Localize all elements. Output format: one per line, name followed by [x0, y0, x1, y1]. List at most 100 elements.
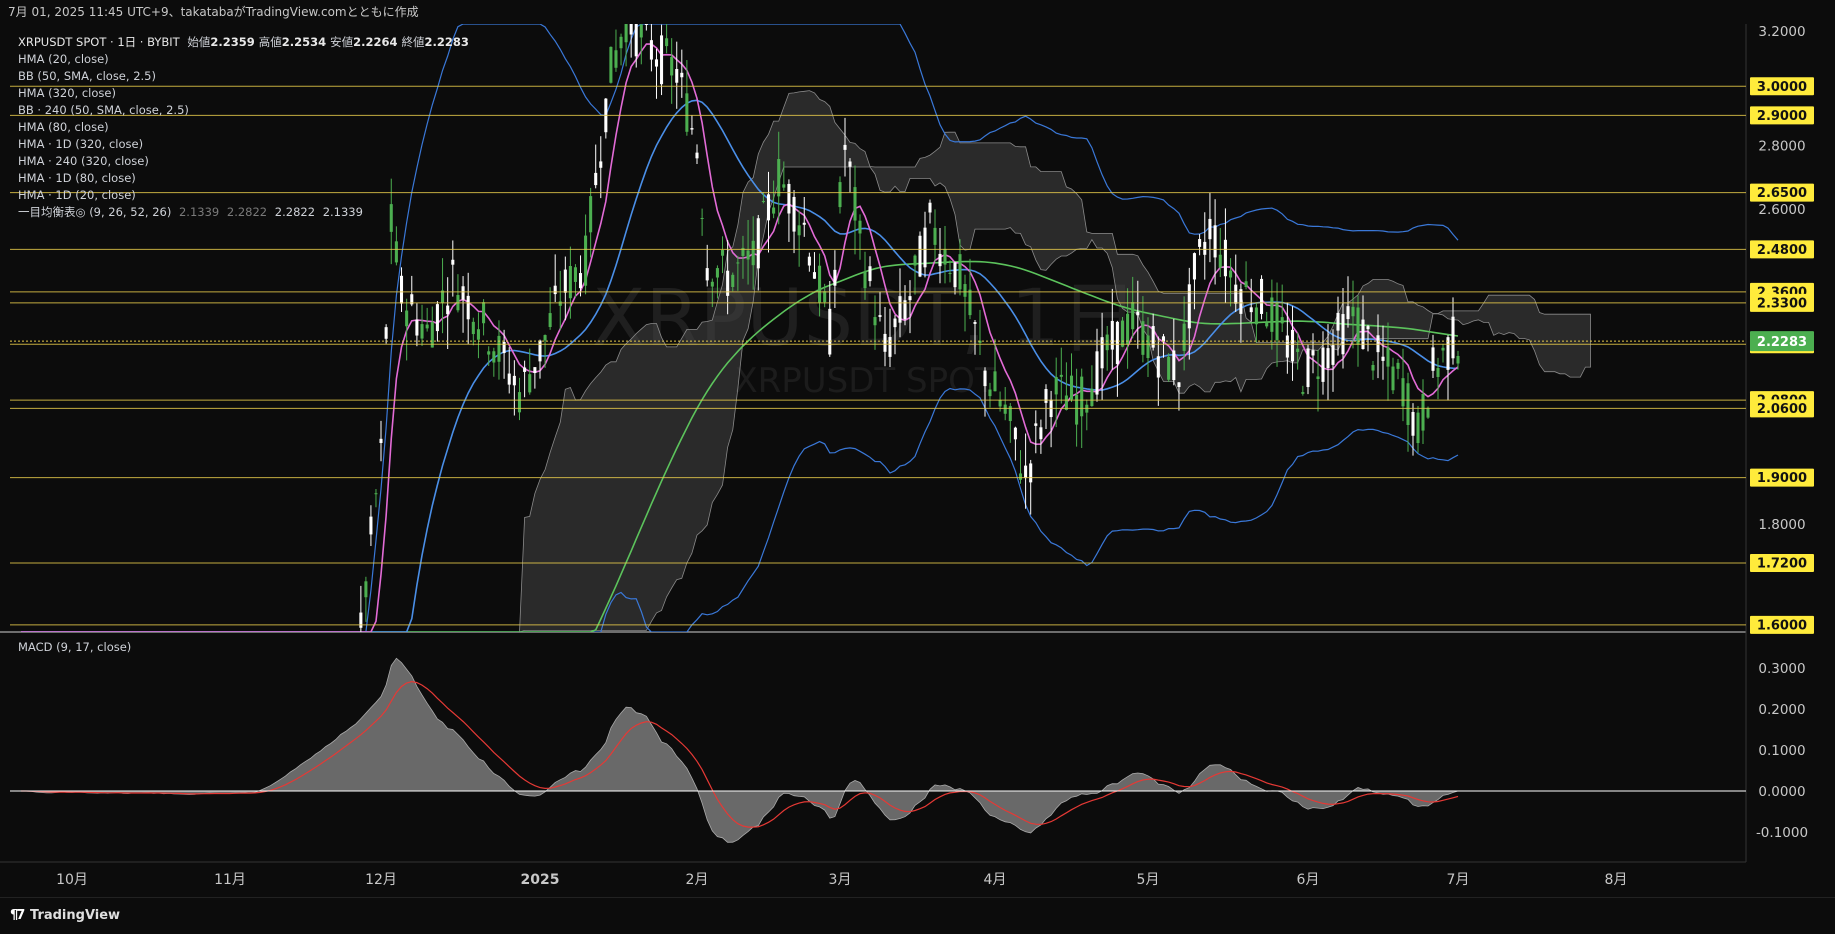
price-chart[interactable]: XRPUSDT, 1日XRPUSDT SPOT3.00002.90002.650… [0, 24, 1835, 897]
candle-body [828, 308, 832, 355]
candle-body [634, 24, 638, 57]
level-label-9: 1.9000 [1757, 471, 1807, 486]
candle-body [983, 370, 987, 387]
candle-body [1311, 350, 1315, 356]
candle-body [573, 267, 577, 282]
candle-body [1024, 465, 1028, 479]
candle-body [973, 322, 977, 324]
candle-body [517, 392, 522, 413]
candle-body [858, 220, 862, 234]
candle-body [461, 286, 465, 300]
candle-body [838, 182, 842, 208]
candle-body [680, 72, 684, 78]
candle-body [1203, 241, 1207, 255]
candle-body [1296, 348, 1300, 352]
candle-body [466, 295, 470, 320]
candle-body [863, 271, 867, 289]
macd-label[interactable]: MACD (9, 17, close) [18, 640, 131, 654]
candle-body [873, 317, 877, 326]
candle-body [1346, 306, 1350, 320]
candle-body [543, 335, 547, 341]
watermark-subtitle: XRPUSDT SPOT [734, 361, 995, 401]
candle-body [1366, 326, 1370, 330]
x-tick-label-3: 2025 [521, 872, 560, 888]
candle-body [654, 59, 659, 67]
candle-body [364, 581, 368, 598]
candle-body [430, 322, 434, 348]
candle-body [1396, 362, 1400, 369]
candle-body [898, 296, 902, 323]
candle-body [1100, 337, 1104, 369]
candle-body [584, 235, 588, 286]
candle-body [1223, 239, 1227, 277]
candle-body [1075, 394, 1079, 425]
candle-body [1131, 302, 1135, 330]
candle-body [721, 250, 725, 256]
candle-body [1265, 322, 1269, 327]
candle-body [675, 68, 679, 83]
macd-tick-label-3: 0.0000 [1758, 784, 1805, 800]
candle-body [1234, 284, 1238, 304]
candle-body [1451, 316, 1455, 359]
candle-body [1336, 312, 1340, 331]
candle-body [1446, 337, 1450, 370]
candle-body [624, 24, 628, 43]
candle-body [766, 194, 771, 221]
candle-body [1290, 329, 1295, 362]
candle-body [644, 24, 648, 25]
candle-body [736, 262, 740, 264]
candle-body [818, 265, 822, 303]
level-label-2: 2.6500 [1757, 186, 1807, 201]
x-tick-label-4: 2月 [686, 872, 709, 888]
candle-body [420, 324, 424, 339]
candle-body [893, 318, 897, 328]
macd-tick-label-4: -0.1000 [1756, 825, 1808, 841]
candle-body [1421, 393, 1425, 431]
candle-body [1406, 383, 1410, 425]
candle-body [528, 374, 532, 393]
candle-body [578, 273, 583, 289]
candle-body [1351, 306, 1355, 317]
candle-body [782, 184, 786, 188]
candle-body [415, 319, 419, 336]
candle-body [548, 313, 552, 327]
candle-body [1095, 351, 1099, 395]
candle-body [649, 40, 653, 60]
candle-body [1039, 427, 1043, 440]
candle-body [823, 291, 827, 303]
tradingview-logo-icon: ¶7 [10, 908, 25, 923]
candle-body [868, 266, 872, 282]
candle-body [435, 304, 439, 332]
level-label-3: 2.4800 [1757, 243, 1807, 258]
candle-body [963, 284, 967, 297]
candle-body [589, 196, 593, 233]
candle-body [807, 256, 811, 266]
candle-body [594, 172, 598, 186]
candle-body [802, 222, 806, 225]
candle-body [843, 144, 847, 150]
candle-body [1141, 321, 1145, 355]
candle-body [1411, 411, 1415, 436]
candle-body [1401, 378, 1405, 407]
candle-body [1331, 345, 1335, 365]
candle-body [746, 250, 750, 260]
candle-body [1229, 270, 1233, 278]
candle-body [913, 255, 917, 266]
candle-body [1120, 320, 1125, 347]
candle-body [359, 612, 363, 628]
candle-body [384, 327, 388, 339]
candle-body [1260, 278, 1264, 314]
candle-body [1280, 317, 1284, 324]
candle-body [553, 285, 557, 295]
tradingview-logo[interactable]: ¶7 TradingView [10, 908, 120, 923]
candle-body [690, 128, 694, 130]
candle-body [958, 254, 962, 290]
candle-body [629, 24, 633, 35]
candle-body [523, 367, 527, 372]
candle-body [953, 262, 957, 288]
candle-body [1341, 314, 1345, 355]
candle-body [665, 38, 669, 47]
candle-body [1441, 347, 1445, 351]
candle-body [833, 269, 837, 286]
candle-body [558, 301, 562, 306]
